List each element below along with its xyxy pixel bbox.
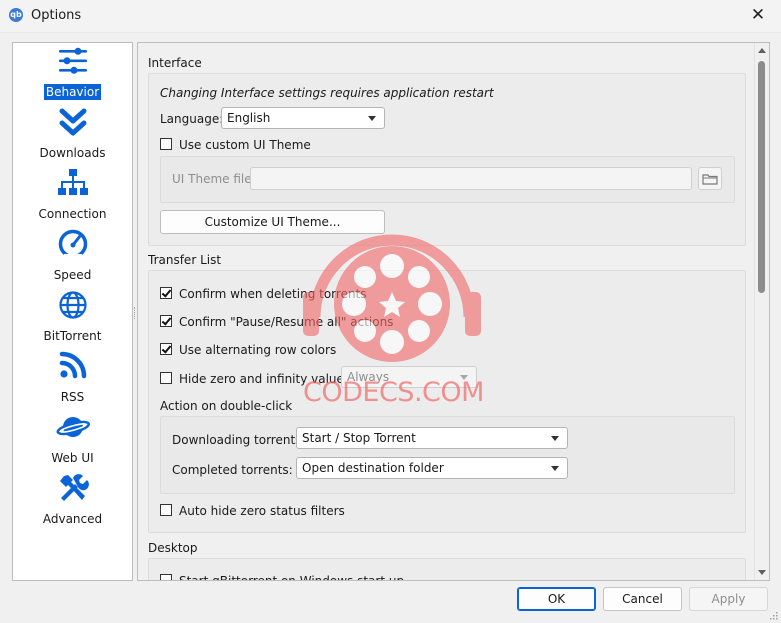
speedometer-icon: [58, 229, 88, 260]
options-sidebar: Behavior Downloads Connection Speed BitT…: [12, 42, 133, 581]
completed-action-select[interactable]: Open destination folder: [296, 457, 568, 479]
checkbox-box[interactable]: [160, 315, 172, 327]
sidebar-item-connection[interactable]: Connection: [13, 165, 132, 225]
sidebar-item-label: Downloads: [39, 146, 106, 160]
auto-hide-filters-label: Auto hide zero status filters: [179, 504, 345, 518]
confirm-pause-resume-label: Confirm "Pause/Resume all" actions: [179, 315, 394, 329]
sidebar-item-behavior[interactable]: Behavior: [13, 43, 132, 103]
customize-theme-button[interactable]: Customize UI Theme...: [160, 210, 385, 234]
scroll-up-arrow-icon[interactable]: [758, 48, 766, 53]
custom-theme-label: Use custom UI Theme: [179, 138, 311, 152]
confirm-delete-label: Confirm when deleting torrents: [179, 287, 367, 301]
language-label: Language:: [160, 112, 224, 126]
downloading-torrents-label: Downloading torrents:: [172, 433, 306, 447]
rss-icon: [59, 351, 87, 379]
planet-icon: [56, 417, 90, 437]
double-click-group: Downloading torrents: Start / Stop Torre…: [160, 416, 735, 494]
sidebar-item-label: BitTorrent: [43, 329, 102, 343]
theme-file-label: UI Theme file:: [172, 172, 256, 186]
theme-file-input[interactable]: [250, 167, 692, 190]
transfer-list-section-title: Transfer List: [148, 253, 222, 267]
browse-button[interactable]: [698, 167, 722, 190]
sidebar-item-bittorrent[interactable]: BitTorrent: [13, 287, 132, 347]
checkbox-box[interactable]: [160, 504, 172, 516]
double-click-title: Action on double-click: [160, 399, 293, 413]
downloading-action-select[interactable]: Start / Stop Torrent: [296, 427, 568, 449]
sliders-icon: [59, 47, 87, 74]
window-title: Options: [31, 8, 82, 23]
sidebar-item-speed[interactable]: Speed: [13, 226, 132, 286]
alternating-rows-label: Use alternating row colors: [179, 343, 337, 357]
ok-button[interactable]: OK: [517, 587, 596, 611]
desktop-group: Start qBittorrent on Windows start up: [148, 558, 746, 581]
globe-icon: [59, 291, 87, 319]
checkbox-box[interactable]: [160, 372, 172, 384]
restart-note: Changing Interface settings requires app…: [160, 86, 494, 100]
scrollbar-thumb[interactable]: [758, 61, 765, 293]
completed-action-value: Open destination folder: [302, 461, 444, 475]
title-bar: qb Options ✕: [0, 0, 781, 33]
sidebar-item-label: Web UI: [51, 451, 94, 465]
sidebar-item-downloads[interactable]: Downloads: [13, 104, 132, 164]
language-value: English: [227, 111, 271, 125]
checkbox-box[interactable]: [160, 138, 172, 150]
sidebar-item-label: RSS: [60, 390, 85, 404]
watermark-text: CODECS.COM: [303, 377, 484, 408]
apply-button[interactable]: Apply: [689, 587, 768, 611]
sidebar-item-label: Advanced: [42, 512, 103, 526]
sidebar-item-label: Speed: [53, 268, 92, 282]
sidebar-item-label: Behavior: [43, 84, 102, 100]
downloading-action-value: Start / Stop Torrent: [302, 431, 416, 445]
sidebar-item-rss[interactable]: RSS: [13, 348, 132, 408]
vertical-scrollbar[interactable]: [754, 43, 769, 580]
checkbox-box[interactable]: [160, 574, 172, 580]
chevron-down-icon: [551, 466, 559, 471]
chevron-down-icon: [551, 436, 559, 441]
settings-panel[interactable]: Interface Changing Interface settings re…: [137, 42, 770, 581]
theme-file-group: UI Theme file:: [160, 156, 735, 203]
chevron-down-icon: [368, 116, 376, 121]
sidebar-item-label: Connection: [38, 207, 107, 221]
sidebar-item-advanced[interactable]: Advanced: [13, 470, 132, 530]
app-icon: qb: [9, 8, 23, 22]
language-select[interactable]: English: [221, 107, 385, 129]
completed-torrents-label: Completed torrents:: [172, 463, 293, 477]
checkbox-box[interactable]: [160, 287, 172, 299]
network-icon: [58, 169, 88, 195]
desktop-section-title: Desktop: [148, 541, 198, 555]
cancel-button[interactable]: Cancel: [603, 587, 682, 611]
sidebar-item-webui[interactable]: Web UI: [13, 409, 132, 469]
resize-grip-icon[interactable]: [770, 612, 778, 620]
close-button[interactable]: ✕: [735, 0, 781, 32]
double-chevron-down-icon: [59, 108, 87, 136]
startup-label: Start qBittorrent on Windows start up: [179, 574, 405, 581]
interface-group: Changing Interface settings requires app…: [148, 73, 746, 246]
tools-icon: [60, 474, 89, 501]
folder-icon: [702, 174, 718, 185]
scroll-down-arrow-icon[interactable]: [758, 570, 766, 575]
checkbox-box[interactable]: [160, 343, 172, 355]
interface-section-title: Interface: [148, 56, 202, 70]
